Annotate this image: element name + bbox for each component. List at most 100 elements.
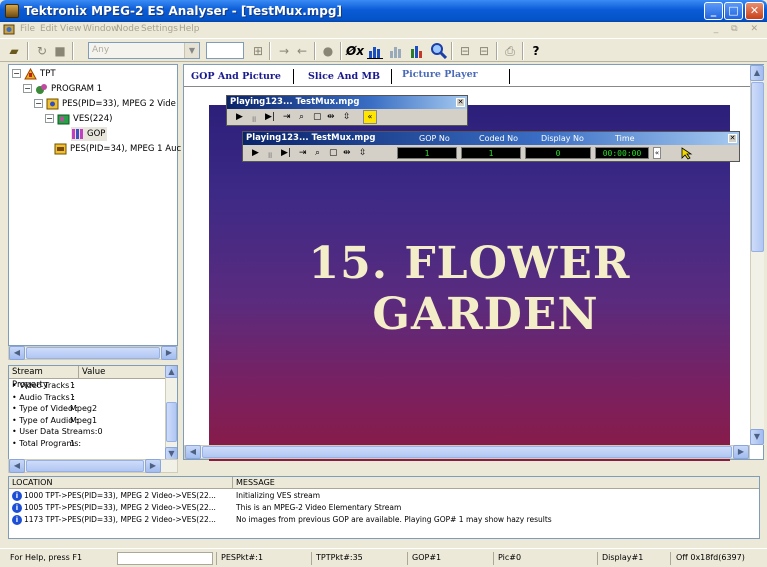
tab-gop-and-picture[interactable]: GOP And Picture: [191, 71, 281, 82]
tab-picture-player[interactable]: Picture Player: [402, 69, 478, 80]
bar-chart-disabled-icon[interactable]: [388, 43, 404, 59]
save-icon[interactable]: ■: [52, 43, 68, 59]
help-icon[interactable]: ?: [528, 43, 544, 59]
chevron-down-icon[interactable]: ▼: [184, 43, 199, 58]
magnifier-icon[interactable]: [430, 42, 447, 59]
toolbar-separator: [269, 42, 271, 60]
scroll-right-icon[interactable]: ▶: [145, 459, 161, 473]
stop-circle-icon[interactable]: ●: [320, 43, 336, 59]
menu-view[interactable]: View: [60, 24, 81, 34]
null-x-icon[interactable]: Øx: [346, 43, 364, 59]
filter-combo[interactable]: Any ▼: [88, 42, 200, 59]
play-icon[interactable]: ▶: [252, 148, 259, 158]
collapse-icon[interactable]: −: [45, 114, 54, 123]
toolbar-separator: [72, 42, 74, 60]
log-row[interactable]: i 1000 TPT->PES(PID=33), MPEG 2 Video->VE…: [12, 490, 216, 502]
pause-icon[interactable]: ॥: [251, 112, 256, 125]
tree-node-program[interactable]: − PROGRAM 1: [23, 82, 102, 96]
tree-horizontal-scrollbar[interactable]: ◀ ▶: [8, 346, 178, 360]
tree-node-tpt[interactable]: − TPT: [12, 67, 56, 81]
status-separator: [597, 552, 598, 565]
scroll-left-icon[interactable]: ◀: [185, 445, 201, 459]
zoom-icon[interactable]: ⌕: [315, 148, 320, 158]
player-window-1[interactable]: Playing123... TestMux.mpg ✕ ▶ ॥ ▶| ⇥ ⌕ ▢…: [226, 95, 468, 126]
close-icon[interactable]: ✕: [456, 98, 465, 107]
step-frame-icon[interactable]: ⇥: [299, 148, 307, 158]
menu-window[interactable]: Window: [83, 24, 119, 34]
player-title-bar[interactable]: Playing123... TestMux.mpg: [227, 96, 467, 109]
play-icon[interactable]: ▶: [236, 112, 243, 122]
menu-settings[interactable]: Settings: [141, 24, 178, 34]
close-button[interactable]: ✕: [745, 2, 764, 20]
pause-icon[interactable]: ॥: [267, 148, 272, 161]
tree-node-pes-audio[interactable]: PES(PID=34), MPEG 1 Auc: [54, 142, 181, 156]
tree-node-gop[interactable]: GOP: [71, 127, 108, 141]
split-icon[interactable]: ⇹: [343, 148, 351, 158]
properties-horizontal-scrollbar[interactable]: ◀ ▶: [8, 459, 178, 473]
split-icon[interactable]: ⇹: [327, 112, 335, 122]
mdi-controls[interactable]: _ ⧉ ✕: [714, 24, 763, 34]
scroll-thumb[interactable]: [26, 347, 160, 359]
scroll-left-icon[interactable]: ◀: [9, 459, 25, 473]
marker-icon[interactable]: «: [653, 147, 661, 159]
title-bar[interactable]: Tektronix MPEG-2 ES Analyser - [TestMux.…: [0, 0, 767, 22]
arrow-right-icon[interactable]: →: [276, 43, 292, 59]
grid-icon[interactable]: ⊞: [250, 43, 266, 59]
scroll-thumb[interactable]: [751, 82, 764, 252]
scroll-right-icon[interactable]: ▶: [161, 346, 177, 360]
stacked-chart-icon[interactable]: [409, 43, 425, 59]
step-forward-icon[interactable]: ▶|: [265, 112, 275, 122]
log-row[interactable]: i 1173 TPT->PES(PID=33), MPEG 2 Video->VE…: [12, 514, 216, 526]
scroll-thumb[interactable]: [26, 460, 144, 472]
tab-slice-and-mb[interactable]: Slice And MB: [308, 71, 380, 82]
properties-vertical-scrollbar[interactable]: ▲ ▼: [165, 366, 177, 459]
column-header[interactable]: Stream Property: [9, 366, 79, 390]
arrow-left-icon[interactable]: ←: [294, 43, 310, 59]
cursor-marker-icon[interactable]: «: [363, 110, 377, 124]
collapse-icon[interactable]: −: [34, 99, 43, 108]
open-folder-icon[interactable]: ▰: [6, 43, 22, 59]
maximize-button[interactable]: □: [724, 2, 743, 20]
scroll-down-icon[interactable]: ▼: [750, 429, 764, 445]
refresh-icon[interactable]: ↻: [34, 43, 50, 59]
window-icon[interactable]: ▢: [313, 112, 322, 122]
property-row: • User Data Streams:0: [12, 427, 103, 436]
window-icon[interactable]: ▢: [329, 148, 338, 158]
scroll-thumb[interactable]: [202, 446, 732, 458]
menu-file[interactable]: File: [20, 24, 35, 34]
column-header[interactable]: LOCATION: [9, 477, 233, 489]
step-forward-icon[interactable]: ▶|: [281, 148, 291, 158]
player-window-2[interactable]: Playing123... TestMux.mpg GOP No Coded N…: [242, 131, 740, 162]
minimize-button[interactable]: _: [704, 2, 723, 20]
tree-node-pes-video[interactable]: − PES(PID=33), MPEG 2 Vide: [34, 97, 176, 111]
column-header[interactable]: Value: [79, 366, 167, 379]
mouse-cursor-icon: [681, 147, 693, 160]
zoom-icon[interactable]: ⌕: [299, 112, 304, 122]
print-icon[interactable]: ⎙: [502, 43, 518, 59]
status-separator: [407, 552, 408, 565]
number-input[interactable]: [206, 42, 244, 59]
table-icon[interactable]: ⊟: [457, 43, 473, 59]
scroll-left-icon[interactable]: ◀: [9, 346, 25, 360]
close-icon[interactable]: ✕: [728, 134, 737, 143]
viewer-vertical-scrollbar[interactable]: ▲ ▼: [750, 65, 764, 445]
log-row[interactable]: i 1005 TPT->PES(PID=33), MPEG 2 Video->VE…: [12, 502, 216, 514]
scroll-thumb[interactable]: [166, 402, 177, 442]
tree-node-ves[interactable]: − VES(224): [45, 112, 112, 126]
spin-icon[interactable]: ⇳: [343, 112, 351, 122]
column-header[interactable]: MESSAGE: [233, 477, 759, 489]
collapse-icon[interactable]: −: [23, 84, 32, 93]
step-frame-icon[interactable]: ⇥: [283, 112, 291, 122]
menu-node[interactable]: Node: [116, 24, 140, 34]
viewer-horizontal-scrollbar[interactable]: ◀ ▶: [184, 445, 750, 459]
menu-help[interactable]: Help: [179, 24, 200, 34]
scroll-right-icon[interactable]: ▶: [733, 445, 749, 459]
scroll-up-icon[interactable]: ▲: [165, 366, 177, 378]
scroll-up-icon[interactable]: ▲: [750, 65, 764, 81]
bar-chart-icon[interactable]: [367, 43, 383, 59]
table-alt-icon[interactable]: ⊟: [476, 43, 492, 59]
menu-edit[interactable]: Edit: [40, 24, 57, 34]
spin-icon[interactable]: ⇳: [359, 148, 367, 158]
collapse-icon[interactable]: −: [12, 69, 21, 78]
display-no-label: Display No: [541, 134, 584, 143]
